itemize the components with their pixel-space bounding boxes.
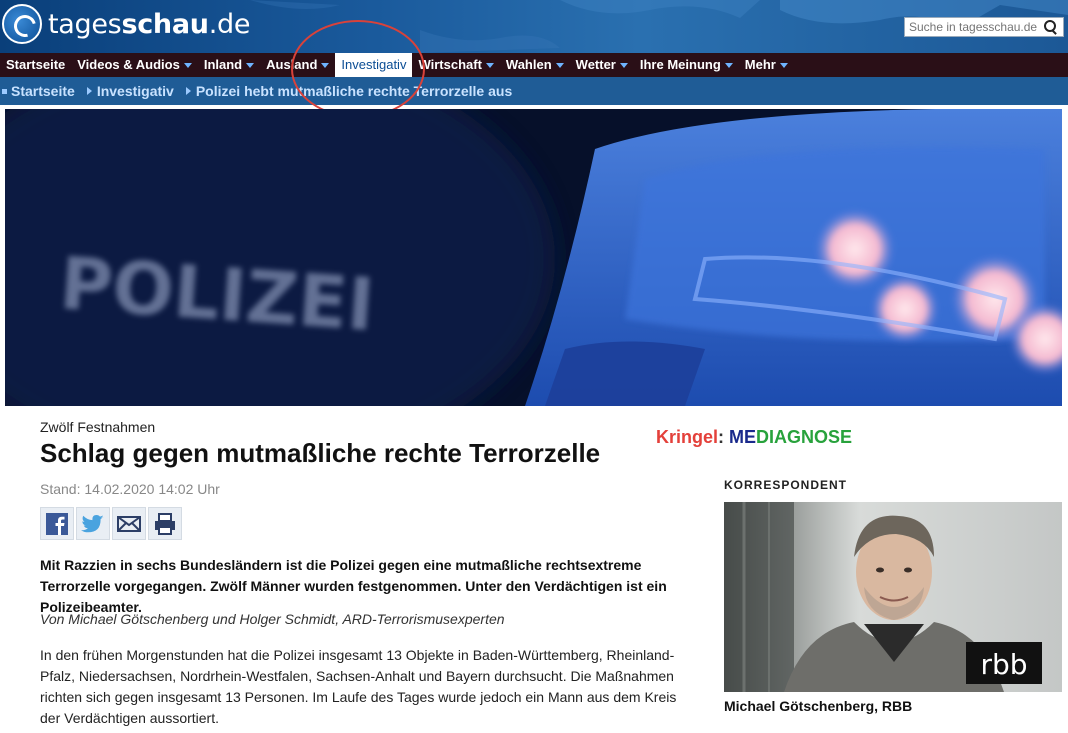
search-input[interactable] [905, 18, 1041, 36]
annotation-note: Kringel: MEDIAGNOSE [656, 427, 852, 448]
breadcrumb: Startseite Investigativ Polizei hebt mutma… [0, 77, 1068, 105]
breadcrumb-item[interactable]: Polizei hebt mutmaßliche rechte Terrorze… [185, 83, 513, 99]
twitter-icon [81, 514, 104, 532]
nav-item-investigativ[interactable]: Investigativ [335, 53, 413, 77]
chevron-down-icon [183, 63, 192, 69]
tagesschau-logo-icon [2, 4, 42, 44]
chevron-down-icon [724, 63, 733, 69]
portrait-image: rbb [724, 502, 1062, 692]
breadcrumb-label: Polizei hebt mutmaßliche rechte Terrorze… [195, 83, 513, 99]
nav-item-label: Ausland [266, 57, 318, 72]
kringel-colon: : [718, 427, 730, 447]
breadcrumb-label: Startseite [11, 83, 75, 99]
nav-item-label: Videos & Audios [77, 57, 180, 72]
share-buttons [40, 507, 184, 540]
nav-item-label: Wahlen [505, 57, 552, 72]
chevron-down-icon [321, 63, 330, 69]
nav-item-videos-audios[interactable]: Videos & Audios [71, 53, 198, 77]
logo-text: tagesschau.de [48, 8, 251, 40]
nav-item-wetter[interactable]: Wetter [570, 53, 634, 77]
rbb-logo: rbb [980, 648, 1027, 681]
breadcrumb-label: Investigativ [96, 83, 174, 99]
brand-blue-part: ME [729, 427, 757, 447]
triangle-bullet-icon [185, 87, 191, 95]
brand-green-part: DIAGNOSE [756, 427, 853, 447]
nav-item-label: Mehr [744, 57, 776, 72]
nav-item-label: Wirtschaft [418, 57, 482, 72]
nav-item-label: Wetter [575, 57, 616, 72]
chevron-down-icon [485, 63, 494, 69]
twitter-share-button[interactable] [76, 507, 110, 540]
chevron-down-icon [779, 63, 788, 69]
article-byline: Von Michael Götschenberg und Holger Schm… [40, 611, 505, 627]
nav-item-label: Startseite [6, 57, 66, 72]
facebook-icon [46, 512, 68, 535]
print-button[interactable] [148, 507, 182, 540]
nav-item-label: Investigativ [341, 57, 407, 72]
nav-item-label: Inland [203, 57, 243, 72]
nav-item-ihre-meinung[interactable]: Ihre Meinung [634, 53, 739, 77]
kringel-label: Kringel [656, 427, 719, 447]
square-bullet-icon [2, 88, 7, 94]
article-date: Stand: 14.02.2020 14:02 Uhr [40, 481, 220, 497]
search-icon[interactable] [1041, 18, 1059, 36]
breadcrumb-item[interactable]: Startseite [2, 83, 75, 99]
correspondent-label: KORRESPONDENT [724, 478, 848, 492]
chevron-down-icon [246, 63, 255, 69]
email-share-button[interactable] [112, 507, 146, 540]
correspondent-photo[interactable]: rbb [724, 502, 1062, 692]
site-header: tagesschau.de [0, 0, 1068, 53]
article-kicker: Zwölf Festnahmen [40, 419, 156, 435]
article-headline: Schlag gegen mutmaßliche rechte Terrorze… [40, 438, 601, 468]
nav-item-startseite[interactable]: Startseite [0, 53, 71, 77]
chevron-down-icon [619, 63, 628, 69]
main-navigation: Startseite Videos & Audios Inland Ausland In… [0, 53, 1068, 77]
triangle-bullet-icon [86, 87, 92, 95]
mail-icon [117, 515, 141, 532]
printer-icon [155, 512, 175, 535]
facebook-share-button[interactable] [40, 507, 74, 540]
nav-item-wahlen[interactable]: Wahlen [500, 53, 570, 77]
correspondent-name: Michael Götschenberg, RBB [724, 698, 913, 714]
nav-item-wirtschaft[interactable]: Wirtschaft [412, 53, 499, 77]
nav-item-ausland[interactable]: Ausland [260, 53, 335, 77]
police-car-photo: POLIZEI [5, 109, 1062, 406]
article-body: In den frühen Morgenstunden hat die Poli… [40, 647, 677, 726]
search-box [904, 17, 1064, 37]
hero-image: POLIZEI [5, 109, 1062, 406]
nav-item-mehr[interactable]: Mehr [739, 53, 794, 77]
nav-item-inland[interactable]: Inland [198, 53, 260, 77]
tagesschau-logo[interactable]: tagesschau.de [2, 4, 250, 44]
chevron-down-icon [555, 63, 564, 69]
article-intro: Mit Razzien in sechs Bundesländern ist d… [40, 557, 667, 615]
nav-item-label: Ihre Meinung [639, 57, 721, 72]
breadcrumb-item[interactable]: Investigativ [86, 83, 174, 99]
